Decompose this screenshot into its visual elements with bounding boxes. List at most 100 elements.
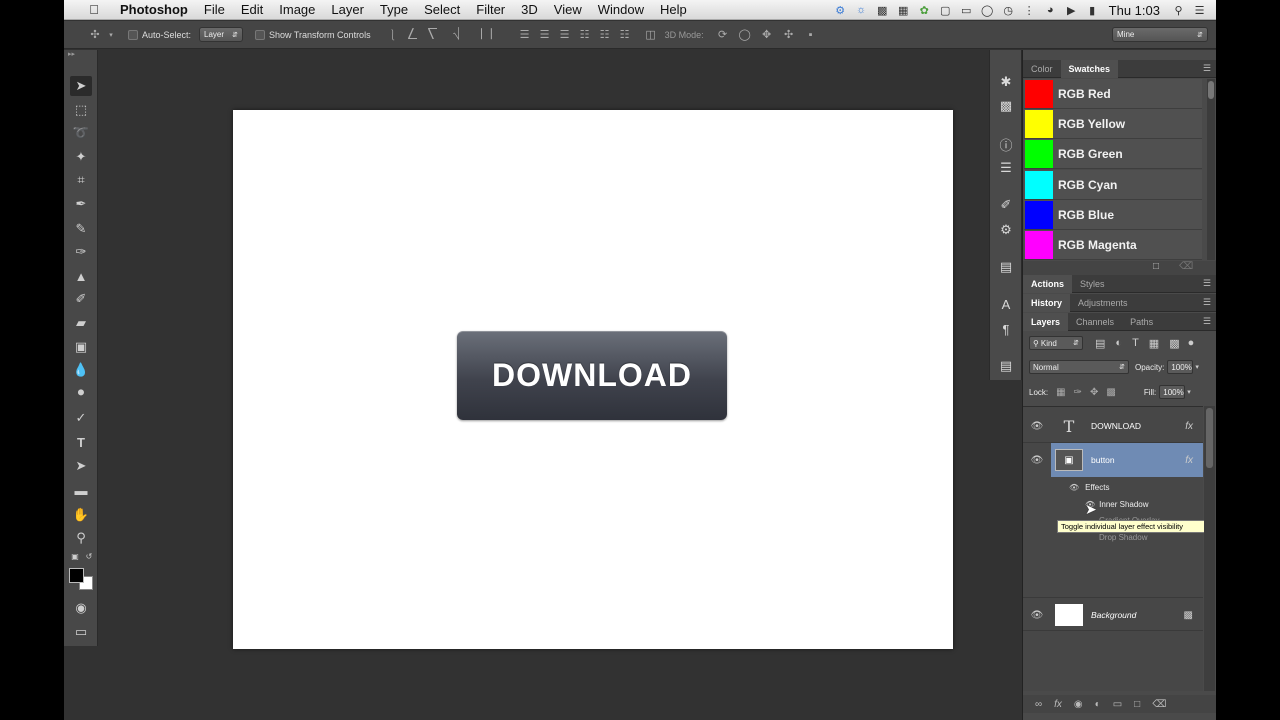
character-icon[interactable]: A (995, 294, 1017, 314)
3d-roll-icon[interactable]: ◯ (734, 26, 756, 44)
notification-list-icon[interactable]: ☰ (1191, 3, 1208, 17)
tab-color[interactable]: Color (1023, 60, 1061, 78)
add-style-fx-icon[interactable]: fx (1054, 699, 1062, 710)
info-icon[interactable]: ⓘ (995, 134, 1017, 154)
panel-menu-icon[interactable]: ☰ (1203, 278, 1211, 289)
swatches-scrollbar[interactable] (1207, 79, 1215, 260)
workspace-dropdown[interactable]: Mine ⇵ (1112, 27, 1208, 42)
fill-field[interactable]: 100% (1159, 385, 1186, 399)
brush-tool-icon[interactable]: ✑ (70, 242, 92, 262)
move-tool-preset-icon[interactable]: ✣ (84, 26, 106, 44)
histogram-icon[interactable]: ▩ (995, 96, 1017, 116)
lock-position-icon[interactable]: ✥ (1090, 387, 1098, 398)
quick-mask-icon[interactable]: ◉ (70, 598, 92, 618)
filter-adjustment-icon[interactable]: ◐ (1115, 337, 1122, 349)
link-layers-icon[interactable]: ∞ (1035, 699, 1042, 710)
lock-image-icon[interactable]: ✑ (1074, 387, 1082, 398)
distribute-top-icon[interactable]: ☰ (515, 26, 535, 44)
eye-icon[interactable]: 👁 (1031, 420, 1044, 432)
menu-3d[interactable]: 3D (513, 2, 546, 17)
swatch-rgb-magenta[interactable]: RGB Magenta (1024, 230, 1202, 260)
filter-kind-dropdown[interactable]: ⚲ Kind ⇵ (1029, 336, 1083, 350)
effect-inner-shadow[interactable]: 👁 Inner Shadow (1051, 496, 1203, 512)
align-bottom-icon[interactable]: ⎲ (423, 26, 443, 44)
fill-slider-arrow-icon[interactable]: ▾ (1187, 388, 1191, 396)
navigator-icon[interactable]: ✱ (995, 72, 1017, 92)
lasso-tool-icon[interactable]: ➰ (70, 123, 92, 143)
eraser-tool-icon[interactable]: ▰ (70, 313, 92, 333)
opacity-field[interactable]: 100% (1167, 360, 1194, 374)
menu-type[interactable]: Type (372, 2, 416, 17)
align-vcenter-icon[interactable]: ⎳ (403, 26, 423, 44)
scrollbar-thumb[interactable] (1208, 81, 1214, 99)
square-status-icon[interactable]: ▢ (937, 3, 954, 17)
eyedropper-tool-icon[interactable]: ✒ (70, 194, 92, 214)
menu-image[interactable]: Image (271, 2, 323, 17)
dodge-tool-icon[interactable]: ⚫ (70, 383, 92, 403)
brush-presets-icon[interactable]: ✐ (995, 195, 1017, 215)
type-tool-icon[interactable]: T (70, 432, 92, 452)
layer-row-download[interactable]: 👁 T DOWNLOAD fx (1023, 409, 1203, 443)
align-right-icon[interactable]: ⎸ (487, 26, 507, 44)
delete-layer-icon[interactable]: ⌫ (1152, 699, 1166, 710)
properties-icon[interactable]: ☰ (995, 158, 1017, 178)
layer-row-button[interactable]: 👁 ▣ button fx (1023, 443, 1203, 477)
hand-tool-icon[interactable]: ✋ (70, 505, 92, 525)
new-layer-icon[interactable]: □ (1134, 699, 1140, 710)
tool-presets-icon[interactable]: ⚙ (995, 220, 1017, 240)
distribute-hcenter-icon[interactable]: ☷ (595, 26, 615, 44)
align-top-icon[interactable]: ⎱ (383, 26, 403, 44)
filter-smart-object-icon[interactable]: ▩ (1169, 337, 1179, 350)
blend-mode-dropdown[interactable]: Normal ⇵ (1029, 360, 1129, 374)
distribute-right-icon[interactable]: ☷ (615, 26, 635, 44)
menu-window[interactable]: Window (590, 2, 652, 17)
gear-status-icon[interactable]: ⚙ (832, 3, 849, 17)
lock-all-icon[interactable]: ▩ (1106, 387, 1115, 398)
volume-icon[interactable]: ▶ (1063, 3, 1080, 17)
auto-select-checkbox[interactable] (128, 29, 138, 40)
blur-tool-icon[interactable]: 💧 (70, 360, 92, 380)
new-group-icon[interactable]: ▭ (1113, 699, 1122, 710)
path-selection-tool-icon[interactable]: ➤ (70, 456, 92, 476)
auto-align-icon[interactable]: ◫ (641, 26, 661, 44)
align-hcenter-icon[interactable]: ⎹ (467, 26, 487, 44)
marquee-tool-icon[interactable]: ⬚ (70, 100, 92, 120)
clone-source-icon[interactable]: ▤ (995, 257, 1017, 277)
spotlight-search-icon[interactable]: ⚲ (1170, 3, 1187, 17)
time-machine-icon[interactable]: ◷ (1000, 3, 1017, 17)
new-swatch-icon[interactable]: □ (1153, 261, 1159, 272)
3d-drag-icon[interactable]: ✥ (756, 26, 778, 44)
effects-row[interactable]: 👁 Effects (1051, 479, 1203, 495)
bubble-status-icon[interactable]: ◯ (979, 3, 996, 17)
healing-brush-tool-icon[interactable]: ✎ (70, 219, 92, 239)
menu-view[interactable]: View (546, 2, 590, 17)
bluetooth-icon[interactable]: ⋮ (1021, 3, 1038, 17)
panel-collapse-icon[interactable]: ▸▸ (64, 50, 97, 62)
swatch-rgb-green[interactable]: RGB Green (1024, 139, 1202, 169)
pen-tool-icon[interactable]: ✓ (70, 408, 92, 428)
menu-filter[interactable]: Filter (468, 2, 513, 17)
3d-scale-icon[interactable]: ▪ (800, 26, 822, 44)
eye-icon[interactable]: 👁 (1031, 609, 1044, 621)
swatch-rgb-blue[interactable]: RGB Blue (1024, 200, 1202, 230)
filter-type-icon[interactable]: T (1132, 337, 1139, 349)
crop-tool-icon[interactable]: ⌗ (70, 170, 92, 190)
swatch-rgb-cyan[interactable]: RGB Cyan (1024, 170, 1202, 200)
tab-paths[interactable]: Paths (1122, 313, 1161, 331)
paragraph-icon[interactable]: ¶ (995, 319, 1017, 339)
lock-status-icon[interactable]: ▩ (874, 3, 891, 17)
menu-help[interactable]: Help (652, 2, 695, 17)
new-adjustment-icon[interactable]: ◐ (1095, 699, 1101, 710)
align-left-icon[interactable]: ⎷ (447, 26, 467, 44)
foreground-color-swatch[interactable] (69, 568, 84, 583)
panel-menu-icon[interactable]: ☰ (1203, 297, 1211, 308)
panel-menu-icon[interactable]: ☰ (1203, 316, 1211, 327)
swatch-rgb-yellow[interactable]: RGB Yellow (1024, 109, 1202, 139)
tab-styles[interactable]: Styles (1072, 275, 1113, 293)
clone-stamp-tool-icon[interactable]: ▲ (70, 266, 92, 286)
globe-status-icon[interactable]: ☼ (853, 3, 870, 17)
show-transform-checkbox[interactable] (255, 29, 266, 40)
panel-menu-icon[interactable]: ☰ (1203, 63, 1211, 74)
filter-shape-icon[interactable]: ▦ (1149, 337, 1159, 350)
document-canvas[interactable]: DOWNLOAD (233, 110, 953, 649)
